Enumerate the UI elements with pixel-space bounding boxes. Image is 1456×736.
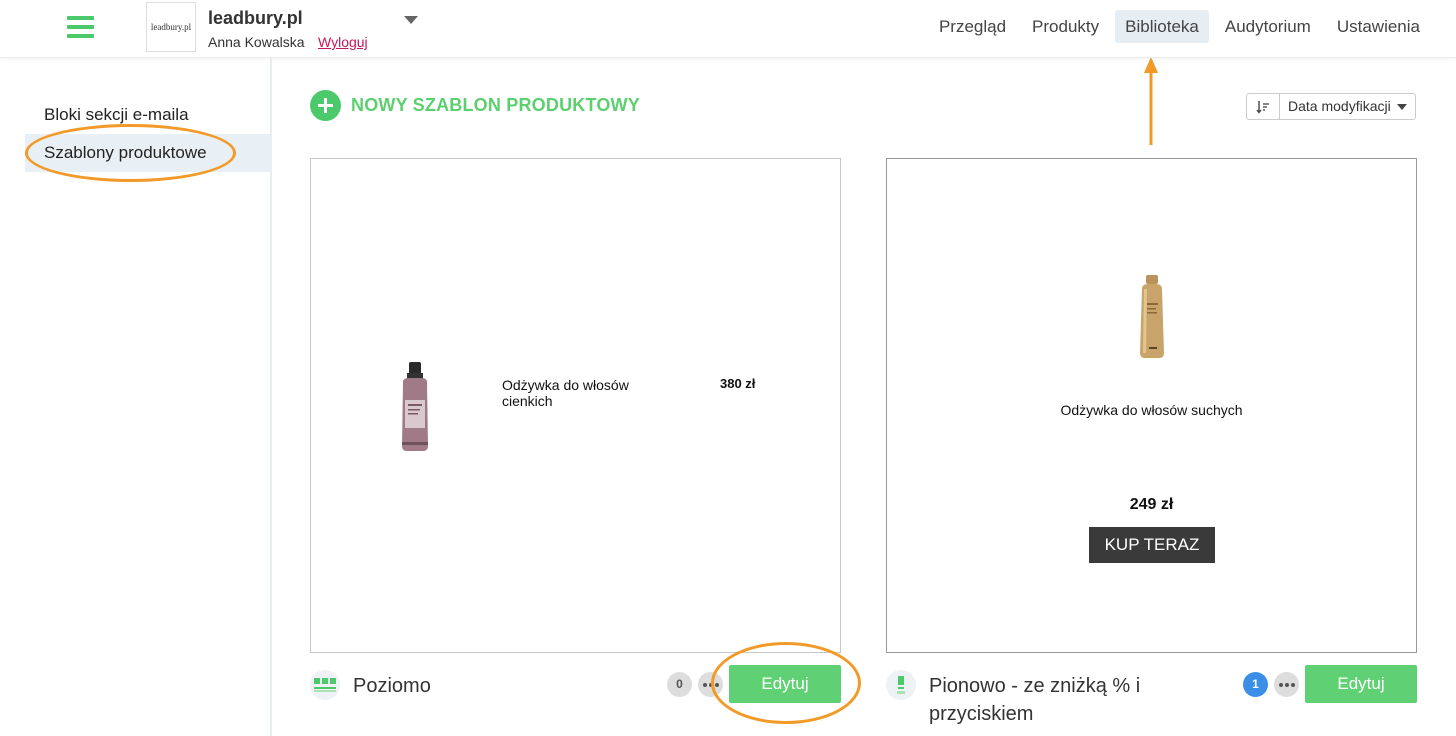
product-image (1140, 275, 1164, 358)
product-price: 380 zł (720, 376, 756, 391)
template-footer: Pionowo - ze zniżką % i przyciskiem 1 Ed… (886, 664, 1417, 734)
product-name: Odżywka do włosów suchych (1060, 402, 1243, 418)
sidebar-item-email-blocks[interactable]: Bloki sekcji e-maila (25, 96, 271, 134)
edit-button[interactable]: Edytuj (729, 665, 841, 703)
sort-select-value: Data modyfikacji (1288, 98, 1391, 114)
template-preview-card[interactable]: Odżywka do włosów suchych 249 zł KUP TER… (886, 158, 1417, 653)
product-image (402, 362, 428, 451)
logout-link[interactable]: Wyloguj (318, 34, 368, 50)
sidebar-item-product-templates[interactable]: Szablony produktowe (25, 134, 271, 172)
sort-select[interactable]: Data modyfikacji (1280, 94, 1415, 119)
nav-item-biblioteka[interactable]: Biblioteka (1115, 10, 1209, 43)
account-logo: leadbury.pl (146, 2, 196, 52)
new-template-label: NOWY SZABLON PRODUKTOWY (351, 95, 640, 115)
user-name: Anna Kowalska (208, 34, 305, 50)
account-name: leadbury.pl (208, 8, 303, 28)
sidebar: Bloki sekcji e-maila Szablony produktowe (0, 58, 272, 736)
product-name: Odżywka do włosów cienkich (502, 377, 629, 409)
template-preview-card[interactable]: Odżywka do włosów cienkich 380 zł (310, 158, 841, 653)
annotation-arrow-icon (1144, 57, 1158, 145)
more-options-icon[interactable] (1274, 672, 1299, 697)
nav-item-ustawienia[interactable]: Ustawienia (1327, 10, 1430, 43)
more-options-icon[interactable] (698, 672, 723, 697)
caret-down-icon (1396, 103, 1407, 110)
usage-count-badge: 1 (1243, 672, 1268, 697)
top-header: leadbury.pl leadbury.pl Anna Kowalska Wy… (0, 0, 1456, 58)
nav-item-produkty[interactable]: Produkty (1022, 10, 1109, 43)
template-name: Pionowo - ze zniżką % i przyciskiem (929, 675, 1141, 725)
sort-control: Data modyfikacji (1246, 93, 1416, 120)
new-template-button[interactable]: NOWY SZABLON PRODUKTOWY (310, 90, 640, 121)
nav-item-przeglad[interactable]: Przegląd (929, 10, 1016, 43)
template-footer: Poziomo 0 Edytuj (310, 664, 841, 734)
main-nav: Przegląd Produkty Biblioteka Audytorium … (923, 10, 1430, 43)
sort-icon[interactable] (1247, 94, 1280, 119)
product-price: 249 zł (1129, 496, 1174, 513)
nav-item-audytorium[interactable]: Audytorium (1215, 10, 1321, 43)
plus-icon (310, 90, 341, 121)
template-name: Poziomo (353, 675, 431, 697)
buy-now-button: KUP TERAZ (1089, 527, 1215, 563)
menu-icon[interactable] (67, 16, 94, 38)
vertical-layout-icon (886, 670, 916, 700)
chevron-down-icon[interactable] (404, 16, 418, 24)
horizontal-layout-icon (310, 670, 340, 700)
edit-button[interactable]: Edytuj (1305, 665, 1417, 703)
usage-count-badge: 0 (667, 672, 692, 697)
